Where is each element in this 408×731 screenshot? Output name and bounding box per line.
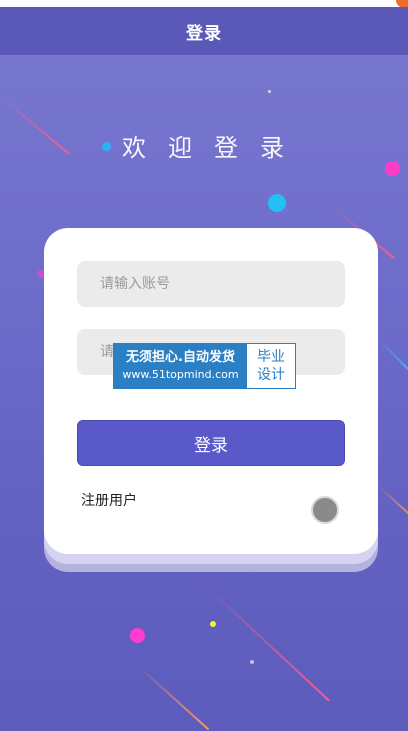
login-card: 登录 注册用户 xyxy=(44,228,378,554)
watermark-url: www.51topmind.com xyxy=(122,368,239,381)
header-bar: 登录 xyxy=(0,7,408,55)
login-button[interactable]: 登录 xyxy=(77,420,345,466)
register-link[interactable]: 注册用户 xyxy=(81,490,137,510)
page-title: 登录 xyxy=(186,23,222,44)
star-dot xyxy=(268,194,286,212)
watermark-left: 无须担心.自动发货 www.51topmind.com xyxy=(114,344,247,388)
meteor-streak xyxy=(379,340,408,370)
meteor-streak xyxy=(137,665,210,731)
welcome-heading: 欢迎登录 xyxy=(122,134,306,162)
star-dot xyxy=(250,660,254,664)
watermark-right: 毕业 设计 xyxy=(247,344,295,388)
watermark-slogan: 无须担心.自动发货 xyxy=(126,350,235,365)
radio-toggle[interactable] xyxy=(311,496,339,524)
login-page: 登录 欢迎登录 登录 注册用户 无须担心.自动发货 www.51topmind.… xyxy=(0,0,408,731)
watermark-text-bottom: 设计 xyxy=(257,367,285,383)
account-input[interactable] xyxy=(77,261,345,307)
meteor-streak xyxy=(204,584,331,702)
watermark-text-top: 毕业 xyxy=(257,349,285,365)
meteor-streak xyxy=(377,485,408,521)
star-dot xyxy=(210,621,216,627)
star-dot xyxy=(268,90,271,93)
status-strip xyxy=(0,0,408,7)
star-dot xyxy=(130,628,145,643)
star-dot xyxy=(385,161,400,176)
watermark-banner: 无须担心.自动发货 www.51topmind.com 毕业 设计 xyxy=(113,343,296,389)
